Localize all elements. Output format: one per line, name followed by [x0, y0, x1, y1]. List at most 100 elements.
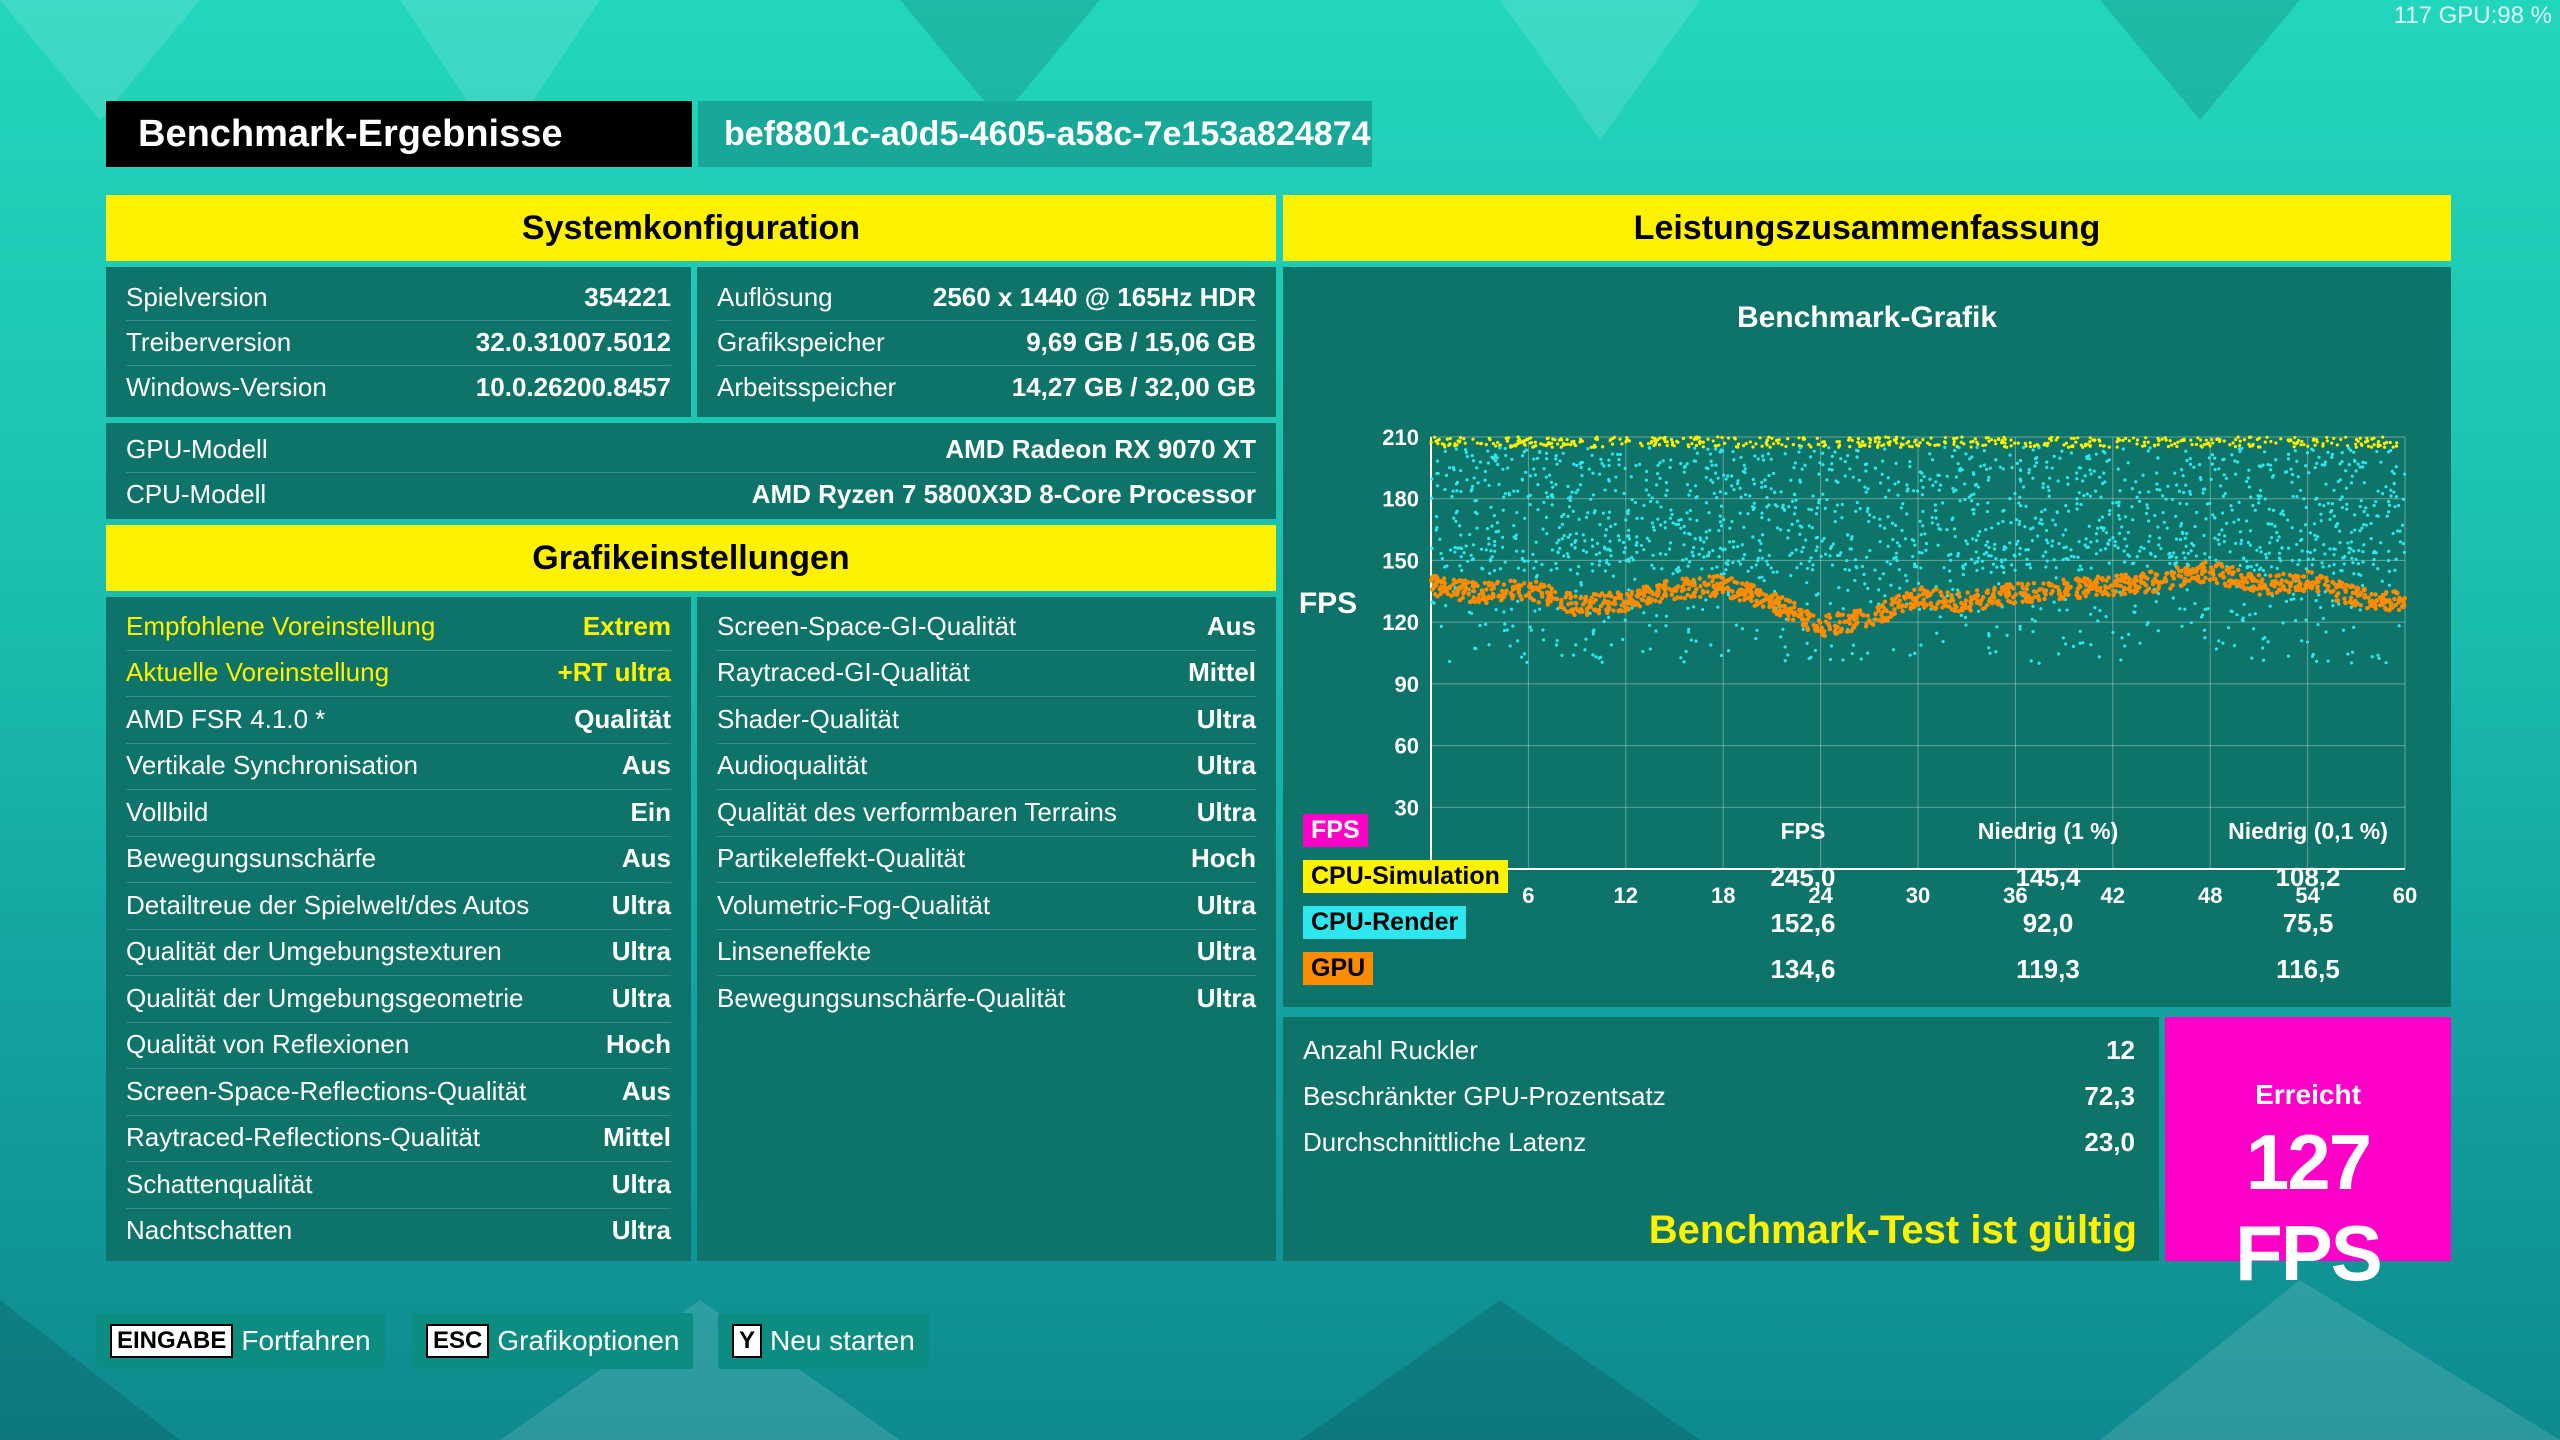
cpu-render-point — [2210, 453, 2215, 457]
cpu-sim-point — [1780, 443, 1784, 447]
cpu-sim-point — [1734, 445, 1739, 449]
gpu-point — [1678, 595, 1684, 600]
cpu-sim-point — [1918, 441, 1922, 445]
cpu-render-point — [1963, 615, 1968, 620]
cpu-render-point — [2313, 466, 2317, 470]
cpu-render-point — [2353, 459, 2357, 464]
setting-value: Ultra — [1196, 750, 1256, 781]
cpu-sim-point — [2085, 442, 2090, 446]
cpu-render-point — [1716, 476, 1720, 480]
cpu-render-point — [1817, 472, 1821, 476]
cpu-render-point — [1901, 502, 1905, 506]
gpu-point — [1591, 591, 1597, 597]
setting-label: Bewegungsunschärfe — [126, 843, 377, 874]
cpu-sim-point — [1981, 443, 1985, 448]
cpu-render-point — [2266, 463, 2270, 467]
cpu-render-point — [1704, 501, 1709, 505]
cpu-render-point — [1533, 473, 1537, 477]
cpu-sim-point — [1741, 444, 1746, 448]
footer-button-2[interactable]: Y Neu starten — [718, 1313, 929, 1369]
cpu-sim-point — [2168, 438, 2172, 443]
cpu-render-point — [1462, 551, 1466, 555]
cpu-render-point — [2058, 456, 2062, 460]
cpu-render-point — [1701, 607, 1705, 612]
cpu-render-point — [1451, 489, 1455, 493]
cpu-sim-point — [2365, 436, 2369, 440]
cpu-render-point — [2040, 522, 2044, 526]
cpu-render-point — [2230, 453, 2234, 457]
cpu-sim-point — [2217, 439, 2222, 444]
cpu-sim-point — [1716, 435, 1720, 439]
cpu-render-point — [1760, 480, 1764, 484]
cpu-render-point — [1647, 445, 1652, 450]
cpu-render-point — [2322, 504, 2326, 508]
cpu-render-point — [2330, 599, 2335, 603]
setting-label: Qualität von Reflexionen — [126, 1029, 410, 1060]
cpu-render-point — [2030, 617, 2034, 622]
cpu-sim-point — [1815, 436, 1819, 440]
cpu-render-point — [2157, 536, 2162, 540]
gpu-point — [2265, 587, 2271, 593]
gpu-point — [2031, 589, 2037, 594]
cpu-render-point — [1825, 478, 1829, 482]
cpu-render-point — [1489, 559, 1493, 563]
cpu-render-point — [2145, 503, 2149, 507]
cpu-render-point — [2229, 609, 2233, 613]
cpu-render-point — [2255, 563, 2259, 567]
gpu-point — [2358, 603, 2364, 608]
cpu-render-point — [1603, 547, 1607, 551]
setting-value: Ultra — [611, 1215, 671, 1246]
footer-button-1[interactable]: ESC Grafikoptionen — [412, 1313, 694, 1369]
gpu-point — [1968, 595, 1974, 600]
cpu-render-point — [1607, 477, 1611, 482]
cpu-render-point — [2236, 518, 2241, 522]
button-label: Neu starten — [770, 1325, 915, 1356]
cpu-render-point — [1883, 447, 1887, 451]
cpu-render-point — [2158, 488, 2162, 492]
cpu-sim-point — [1592, 443, 1596, 447]
cpu-render-point — [1541, 628, 1545, 632]
gpu-point — [2241, 579, 2247, 584]
cpu-render-point — [1905, 512, 1909, 516]
cpu-render-point — [1544, 475, 1548, 479]
cpu-render-point — [1933, 503, 1937, 507]
cpu-render-point — [1778, 528, 1783, 532]
cpu-sim-point — [1508, 444, 1513, 448]
cpu-render-point — [2213, 467, 2217, 472]
cpu-sim-point — [1720, 435, 1724, 440]
gpu-point — [2272, 582, 2277, 587]
cpu-render-point — [1664, 552, 1668, 557]
cpu-render-point — [2393, 568, 2397, 572]
cpu-render-point — [2044, 538, 2049, 542]
cpu-render-point — [1723, 547, 1727, 551]
gpu-point — [1510, 584, 1516, 590]
cpu-render-point — [1591, 653, 1595, 657]
cpu-render-point — [1798, 478, 1802, 482]
cpu-render-point — [2172, 551, 2176, 555]
cpu-render-point — [1970, 499, 1974, 503]
setting-value: AMD Ryzen 7 5800X3D 8-Core Processor — [751, 479, 1256, 509]
cpu-render-point — [1989, 570, 1993, 574]
gpu-point — [2146, 586, 2152, 591]
gpu-point — [1922, 605, 1927, 610]
cpu-render-point — [1496, 462, 1500, 467]
cpu-render-point — [1450, 494, 1454, 499]
cpu-sim-point — [1899, 445, 1903, 449]
cpu-render-point — [1741, 557, 1745, 561]
cpu-render-point — [1484, 548, 1488, 552]
cpu-render-point — [1560, 522, 1565, 526]
cpu-render-point — [2338, 462, 2342, 466]
stat-low01: 116,5 — [2276, 954, 2340, 984]
cpu-render-point — [2234, 472, 2238, 476]
cpu-render-point — [2326, 659, 2330, 663]
gpu-point — [1963, 598, 1969, 603]
cpu-render-point — [1722, 572, 1726, 576]
cpu-sim-point — [2175, 444, 2179, 449]
cpu-render-point — [2204, 517, 2208, 521]
stat-low01: 75,5 — [2282, 908, 2334, 938]
page-title: Benchmark-Ergebnisse — [106, 101, 692, 167]
gpu-point — [2179, 568, 2184, 574]
gpu-point — [1626, 607, 1631, 612]
footer-button-0[interactable]: EINGABE Fortfahren — [96, 1313, 385, 1369]
cpu-render-point — [2018, 468, 2023, 473]
